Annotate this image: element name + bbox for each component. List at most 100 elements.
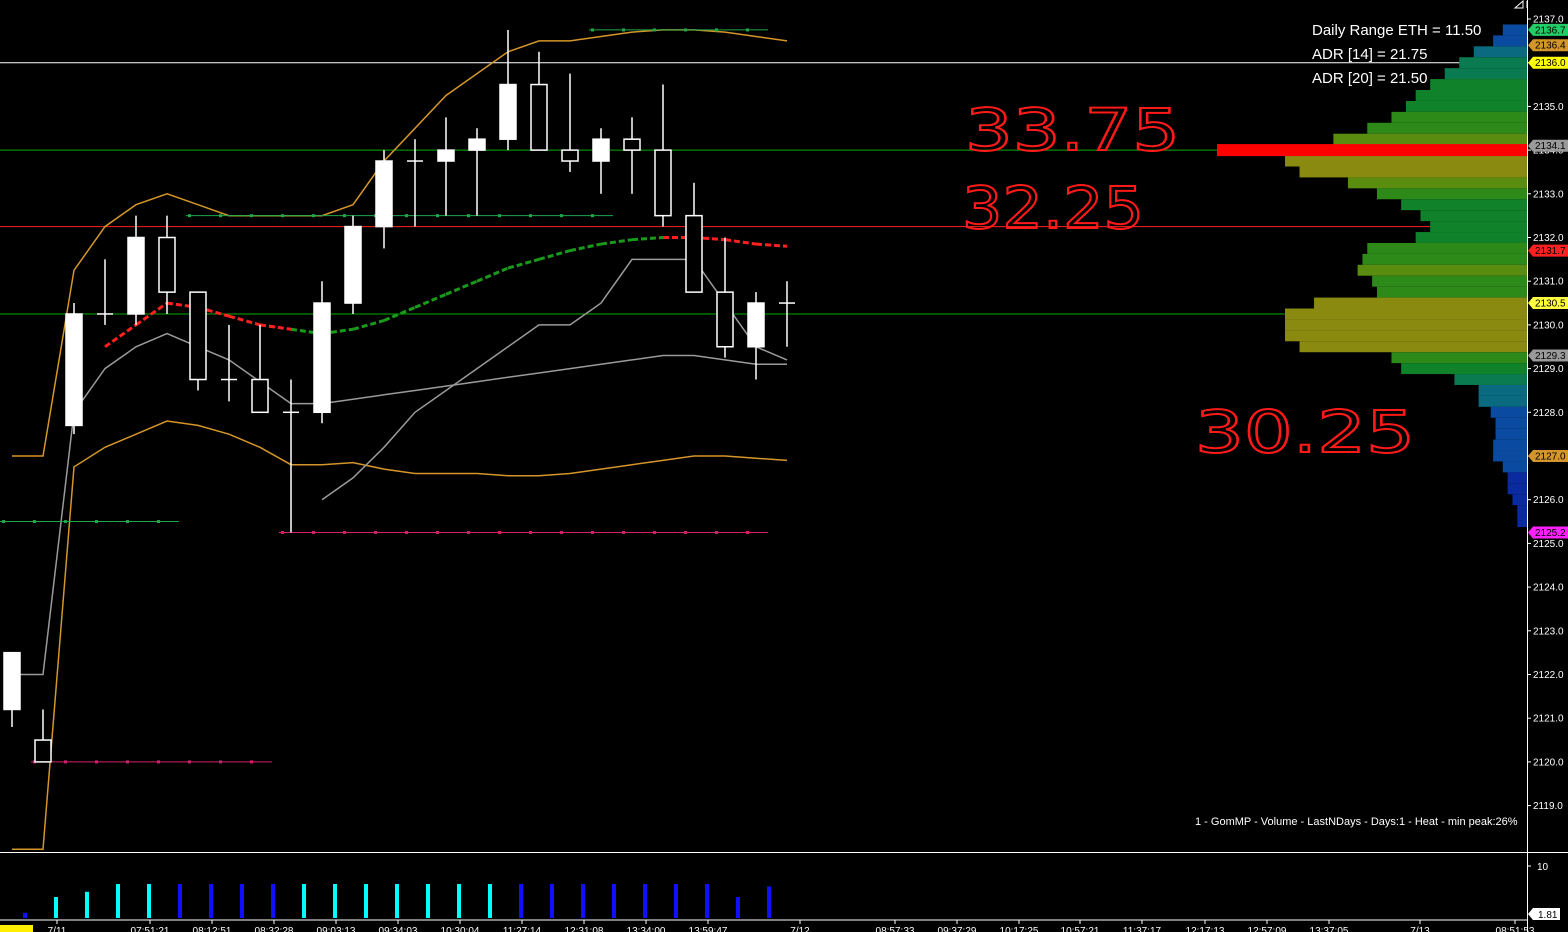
candle-body (747, 302, 765, 348)
volume-bar (54, 897, 58, 918)
price-tick-label: 2120.0 (1533, 757, 1564, 768)
price-tick-label: 2133.0 (1533, 189, 1564, 200)
candle (189, 291, 207, 391)
ema-segment (755, 242, 788, 248)
candle-body (127, 236, 145, 315)
level-dot (405, 530, 408, 534)
candle (592, 128, 610, 194)
time-tick-label: 08:12:51 (193, 926, 232, 932)
level-dot (2, 520, 5, 524)
level-dot (746, 28, 749, 32)
price-tick-label: 2121.0 (1533, 714, 1564, 725)
candle-body (3, 651, 21, 711)
profile-bar (1347, 177, 1527, 189)
ema-segment (476, 266, 509, 283)
level-dot (157, 760, 160, 764)
profile-bar (1285, 308, 1527, 320)
ema-segment (445, 279, 478, 296)
dotted-levels (0, 28, 768, 764)
price-axis[interactable]: 2137.02136.02135.02134.02133.02132.02131… (1527, 0, 1568, 932)
price-tick-label: 2126.0 (1533, 495, 1564, 506)
candle (313, 281, 331, 424)
profile-bar (1459, 57, 1527, 69)
candle-body (34, 739, 52, 763)
time-tick-label: 7/12 (790, 926, 810, 932)
price-chart[interactable]: 2137.02136.02135.02134.02133.02132.02131… (0, 0, 1568, 932)
price-tag: 2129.3 (1528, 349, 1568, 362)
volume-bar (85, 891, 89, 918)
candle (530, 51, 548, 151)
level-dot (653, 530, 656, 534)
candle (97, 259, 113, 325)
price-tag: 2136.0 (1528, 56, 1568, 69)
level-dot (560, 530, 563, 534)
level-dot (529, 214, 532, 218)
volume-bar (426, 884, 430, 918)
level-dot (188, 214, 191, 218)
horizontal-levels (0, 62, 1527, 315)
level-dot (498, 214, 501, 218)
candle (65, 303, 83, 435)
time-tick-label: 08:57:33 (876, 926, 915, 932)
time-tick-label: 12:57:09 (1248, 926, 1287, 932)
candle-body (375, 160, 393, 228)
level-dot (622, 28, 625, 32)
candle-body (685, 214, 703, 293)
profile-bar (1314, 297, 1527, 309)
candle-body (65, 313, 83, 427)
profile-bar (1299, 166, 1527, 178)
time-tick-label: 12:31:08 (565, 926, 604, 932)
volume-bar (271, 884, 275, 918)
level-dot (436, 214, 439, 218)
level-dot (715, 530, 718, 534)
time-tick-label: 13:37:05 (1310, 926, 1349, 932)
profile-bar (1401, 199, 1527, 211)
candle (437, 117, 455, 216)
time-axis[interactable]: 7/11 07:51:21 08:12:51 08:32:28 09:03:13 09:3… (0, 919, 1535, 932)
level-dot (374, 530, 377, 534)
volume-bar (116, 884, 120, 918)
poc-bar (1217, 144, 1527, 157)
level-dot (653, 28, 656, 32)
profile-bar (1391, 352, 1527, 364)
candle-body (437, 149, 455, 162)
candle-body (654, 149, 672, 217)
profile-bar (1430, 221, 1527, 233)
session-marker (0, 925, 33, 932)
time-tick-label: 11:27:14 (503, 926, 542, 932)
time-tick-label: 08:51:53 (1496, 926, 1535, 932)
collapse-arrow-icon[interactable] (1513, 0, 1528, 9)
level-dot (157, 520, 160, 524)
candle (685, 182, 703, 293)
price-tick-label: 2122.0 (1533, 670, 1564, 681)
ema-segment (352, 319, 385, 331)
adr14-stat: ADR [14] = 21.75 (1312, 46, 1428, 63)
profile-bar (1478, 395, 1527, 407)
candle (561, 73, 579, 172)
volume-bar (674, 884, 678, 918)
volume-bar (767, 886, 771, 918)
ema-segment (507, 257, 540, 270)
daily-range-stat: Daily Range ETH = 11.50 (1312, 22, 1482, 39)
level-dot (529, 530, 532, 534)
handwritten-3: 30.25 (1195, 398, 1415, 466)
candle-body (499, 83, 517, 140)
level-dot (312, 530, 315, 534)
level-dot (343, 530, 346, 534)
profile-bar (1406, 100, 1527, 112)
level-dot (219, 760, 222, 764)
profile-bar (1495, 417, 1527, 429)
volume-bar (302, 884, 306, 918)
profile-bar (1299, 341, 1527, 353)
profile-bar (1502, 24, 1527, 36)
profile-bar (1517, 505, 1527, 517)
level-dot (467, 530, 470, 534)
profile-bar (1495, 428, 1527, 440)
level-dot (591, 28, 594, 32)
candle (468, 128, 486, 216)
profile-bar (1430, 79, 1527, 91)
price-tag-label: 2136.0 (1535, 58, 1566, 69)
candle-body (468, 138, 486, 151)
price-tag: 2136.7 (1528, 23, 1568, 36)
price-tag-label: 2125.2 (1535, 528, 1566, 539)
